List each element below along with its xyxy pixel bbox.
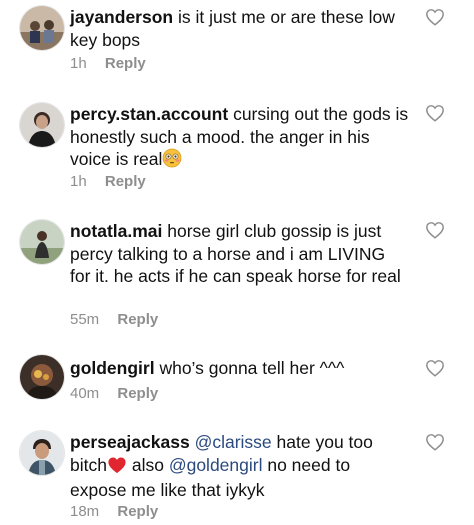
reply-button[interactable]: Reply — [117, 503, 158, 520]
comment-text: also — [131, 454, 164, 475]
comment-time: 1h — [70, 173, 87, 190]
like-heart-icon[interactable] — [425, 433, 445, 451]
comment-username[interactable]: goldengirl — [70, 358, 155, 378]
mention-link[interactable]: @goldengirl — [169, 455, 263, 475]
comment-username[interactable]: jayanderson — [70, 7, 173, 27]
comment-meta: 1h Reply — [70, 55, 146, 72]
comment-time: 55m — [70, 311, 100, 328]
comment-username[interactable]: percy.stan.account — [70, 104, 228, 124]
reply-button[interactable]: Reply — [117, 385, 158, 402]
comment-body: percy.stan.account cursing out the gods … — [70, 103, 410, 174]
comment-time: 40m — [70, 385, 100, 402]
avatar[interactable] — [20, 431, 64, 475]
avatar[interactable] — [20, 103, 64, 147]
like-heart-icon[interactable] — [425, 104, 445, 122]
comment-body: goldengirl who’s gonna tell her ^^^ — [70, 357, 410, 380]
comment-meta: 18m Reply — [70, 503, 158, 520]
comment-meta: 1h Reply — [70, 173, 146, 190]
comment-text: who’s gonna tell her ^^^ — [159, 358, 345, 378]
red-heart-emoji-icon — [107, 456, 127, 480]
comment-meta: 40m Reply — [70, 385, 158, 402]
comment-time: 18m — [70, 503, 100, 520]
avatar[interactable] — [20, 6, 64, 50]
mention-link[interactable]: @clarisse — [195, 432, 272, 452]
reply-button[interactable]: Reply — [105, 173, 146, 190]
comment-body: notatla.mai horse girl club gossip is ju… — [70, 220, 410, 288]
like-heart-icon[interactable] — [425, 8, 445, 26]
comment-username[interactable]: perseajackass — [70, 432, 190, 452]
avatar[interactable] — [20, 220, 64, 264]
comment-time: 1h — [70, 55, 87, 72]
flushed-face-emoji-icon — [162, 148, 182, 174]
reply-button[interactable]: Reply — [117, 311, 158, 328]
comment-body: perseajackass @clarisse hate you too bit… — [70, 431, 410, 502]
comment-body: jayanderson is it just me or are these l… — [70, 6, 410, 51]
avatar[interactable] — [20, 355, 64, 399]
like-heart-icon[interactable] — [425, 221, 445, 239]
comment-username[interactable]: notatla.mai — [70, 221, 162, 241]
like-heart-icon[interactable] — [425, 359, 445, 377]
comment-meta: 55m Reply — [70, 311, 158, 328]
reply-button[interactable]: Reply — [105, 55, 146, 72]
